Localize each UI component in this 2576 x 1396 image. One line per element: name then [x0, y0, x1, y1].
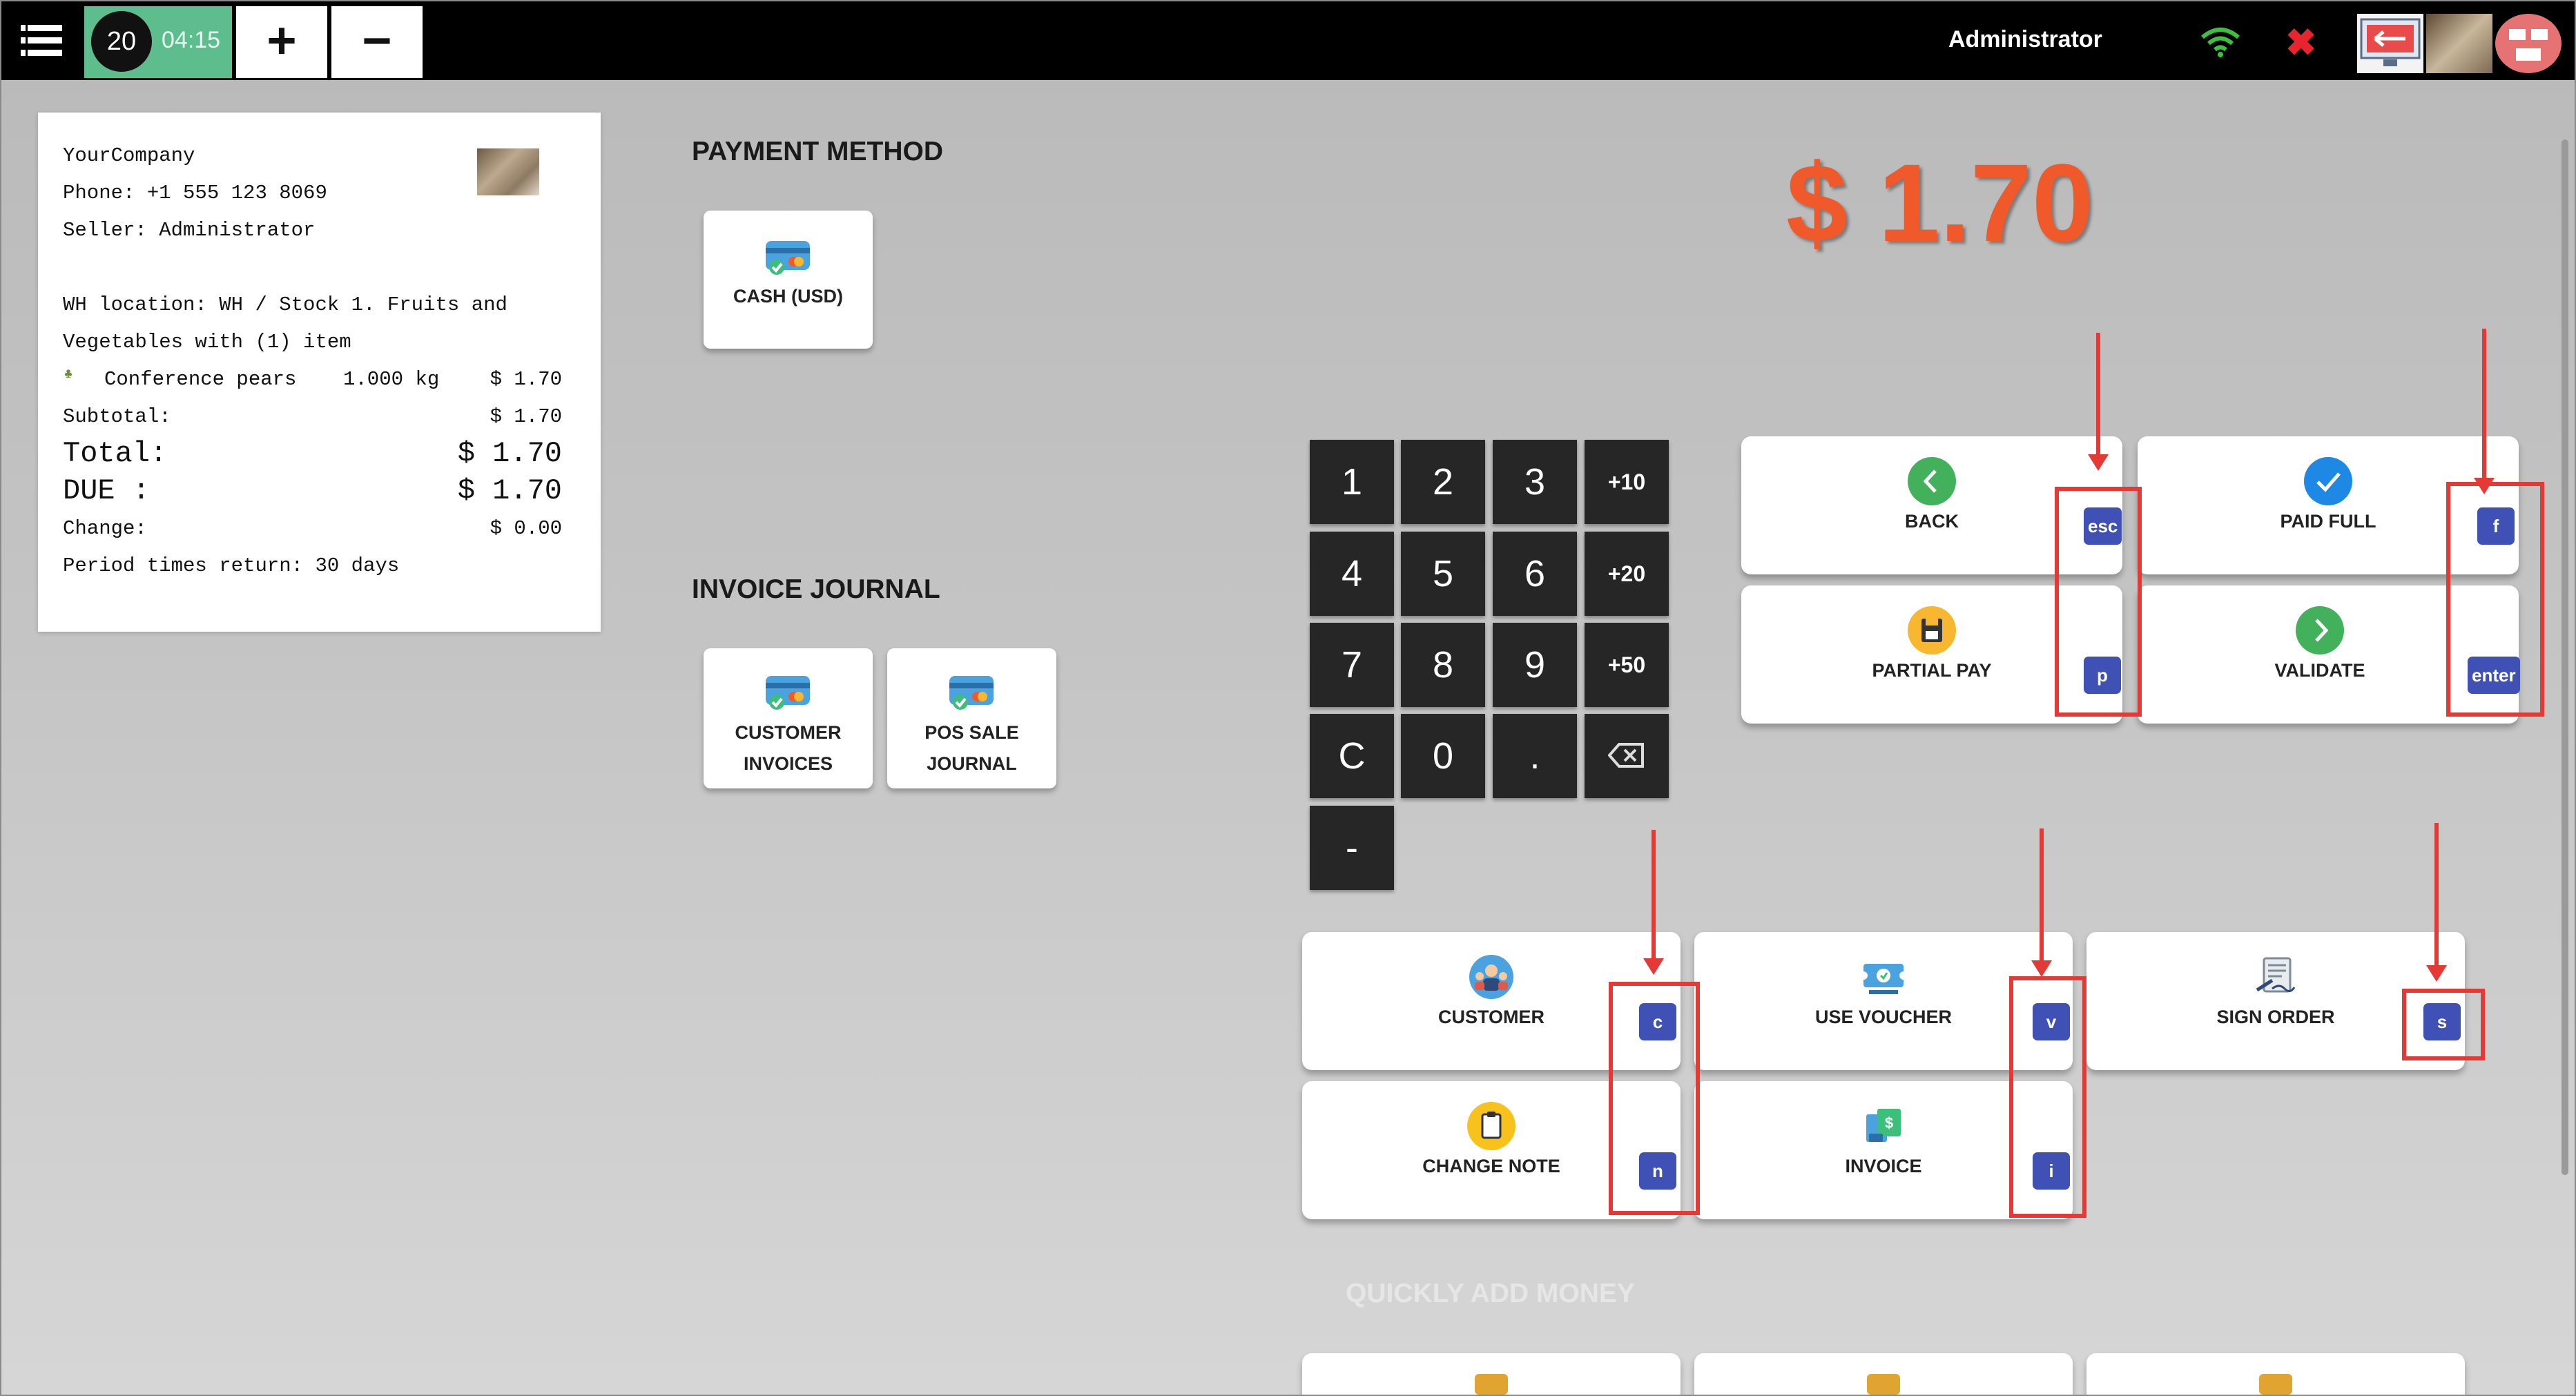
menu-list-icon[interactable] [21, 17, 69, 65]
pos-sale-journal-label-2: JOURNAL [927, 753, 1017, 774]
user-avatar-icon[interactable] [2495, 14, 2562, 73]
session-counter[interactable]: 20 04:15 [84, 6, 232, 78]
quick-add-money-heading: QUICKLY ADD MONEY [1346, 1279, 1635, 1308]
receipt-phone: Phone: +1 555 123 8069 [63, 182, 327, 204]
signature-icon [2251, 953, 2300, 1001]
annotation-arrow [2088, 333, 2109, 471]
key-minus[interactable]: - [1310, 806, 1394, 890]
wifi-icon [2200, 25, 2241, 61]
annotation-arrow [1643, 830, 1664, 975]
money-icon [2259, 1374, 2292, 1395]
voucher-icon [1859, 953, 1908, 1001]
annotation-highlight-back-partial [2055, 487, 2142, 717]
backspace-icon [1607, 743, 1644, 768]
payment-card-icon [949, 676, 994, 710]
receipt-due-label: DUE : [63, 474, 151, 507]
receipt-wh-line1: WH location: WH / Stock 1. Fruits and [63, 293, 507, 316]
key-dot[interactable]: . [1493, 714, 1577, 798]
key-clear[interactable]: C [1310, 714, 1394, 798]
save-icon [1908, 606, 1956, 655]
key-0[interactable]: 0 [1401, 714, 1485, 798]
money-icon [1867, 1374, 1900, 1395]
receipt-return-period: Period times return: 30 days [63, 554, 400, 577]
receipt-wh-line2: Vegetables with (1) item [63, 331, 351, 353]
annotation-arrow [2426, 823, 2447, 982]
session-time: 04:15 [162, 27, 221, 53]
key-plus-50[interactable]: +50 [1585, 623, 1669, 707]
cash-usd-button[interactable]: CASH (USD) [704, 211, 873, 349]
chevron-left-icon [1908, 457, 1956, 505]
amount-due: $ 1.70 [1786, 141, 2093, 264]
receipt-total-label: Total: [63, 437, 168, 470]
company-logo [477, 148, 539, 195]
quick-add-card-1[interactable] [1302, 1353, 1681, 1395]
quick-add-card-3[interactable] [2086, 1353, 2465, 1395]
pos-payment-screen: 20 04:15 + − Administrator ✖ YourCompany… [0, 0, 2576, 1396]
key-backspace[interactable] [1585, 714, 1669, 798]
svg-text:$: $ [1885, 1114, 1893, 1132]
pos-sale-journal-button[interactable]: POS SALE JOURNAL [887, 648, 1056, 788]
annotation-highlight-voucher-invoice [2009, 976, 2086, 1218]
receipt-preview: YourCompany Phone: +1 555 123 8069 Selle… [38, 113, 601, 632]
customer-invoices-label-2: INVOICES [743, 753, 833, 774]
chevron-right-icon [2296, 606, 2344, 655]
remove-order-button[interactable]: − [331, 6, 423, 78]
key-8[interactable]: 8 [1401, 623, 1485, 707]
key-plus-10[interactable]: +10 [1585, 440, 1669, 524]
receipt-item-qty: 1.000 kg [343, 368, 440, 391]
invoice-journal-heading: INVOICE JOURNAL [692, 574, 940, 604]
annotation-highlight-full-validate [2446, 482, 2544, 717]
key-5[interactable]: 5 [1401, 532, 1485, 616]
receipt-seller: Seller: Administrator [63, 219, 316, 242]
invoice-icon: $ [1859, 1102, 1908, 1150]
user-name[interactable]: Administrator [1948, 26, 2102, 53]
key-2[interactable]: 2 [1401, 440, 1485, 524]
key-6[interactable]: 6 [1493, 532, 1577, 616]
receipt-total-value: $ 1.70 [457, 437, 562, 470]
annotation-arrow [2474, 329, 2495, 494]
annotation-highlight-sign-order [2402, 989, 2485, 1060]
exit-monitor-icon[interactable] [2357, 14, 2423, 73]
receipt-item-price: $ 1.70 [490, 368, 562, 391]
payment-method-heading: PAYMENT METHOD [692, 137, 944, 166]
key-9[interactable]: 9 [1493, 623, 1577, 707]
receipt-change-value: $ 0.00 [490, 517, 562, 540]
customer-icon [1467, 953, 1515, 1001]
quick-add-card-2[interactable] [1694, 1353, 2073, 1395]
receipt-due-value: $ 1.70 [457, 474, 562, 507]
customer-invoices-button[interactable]: CUSTOMER INVOICES [704, 648, 873, 788]
payment-card-icon [766, 676, 810, 710]
top-bar: 20 04:15 + − Administrator ✖ [1, 1, 2575, 80]
cash-usd-label: CASH (USD) [733, 286, 843, 307]
customer-invoices-label-1: CUSTOMER [735, 722, 842, 743]
key-plus-20[interactable]: +20 [1585, 532, 1669, 616]
receipt-change-label: Change: [63, 517, 147, 540]
close-icon[interactable]: ✖ [2285, 21, 2316, 64]
check-icon [2304, 457, 2352, 505]
shop-photo-icon[interactable] [2426, 14, 2492, 73]
annotation-highlight-customer-note [1609, 982, 1700, 1215]
order-count: 20 [91, 11, 152, 72]
receipt-subtotal-value: $ 1.70 [490, 405, 562, 428]
scrollbar[interactable] [2562, 139, 2568, 1175]
receipt-subtotal-label: Subtotal: [63, 405, 171, 428]
add-order-button[interactable]: + [236, 6, 327, 78]
annotation-arrow [2031, 828, 2052, 977]
key-1[interactable]: 1 [1310, 440, 1394, 524]
key-3[interactable]: 3 [1493, 440, 1577, 524]
money-icon [1475, 1374, 1508, 1395]
receipt-item-name: Conference pears [104, 368, 297, 391]
pear-icon: ♣ [64, 367, 73, 382]
payment-card-icon [766, 241, 810, 275]
key-4[interactable]: 4 [1310, 532, 1394, 616]
pos-sale-journal-label-1: POS SALE [924, 722, 1019, 743]
receipt-company: YourCompany [63, 144, 195, 167]
note-icon [1467, 1102, 1515, 1150]
key-7[interactable]: 7 [1310, 623, 1394, 707]
